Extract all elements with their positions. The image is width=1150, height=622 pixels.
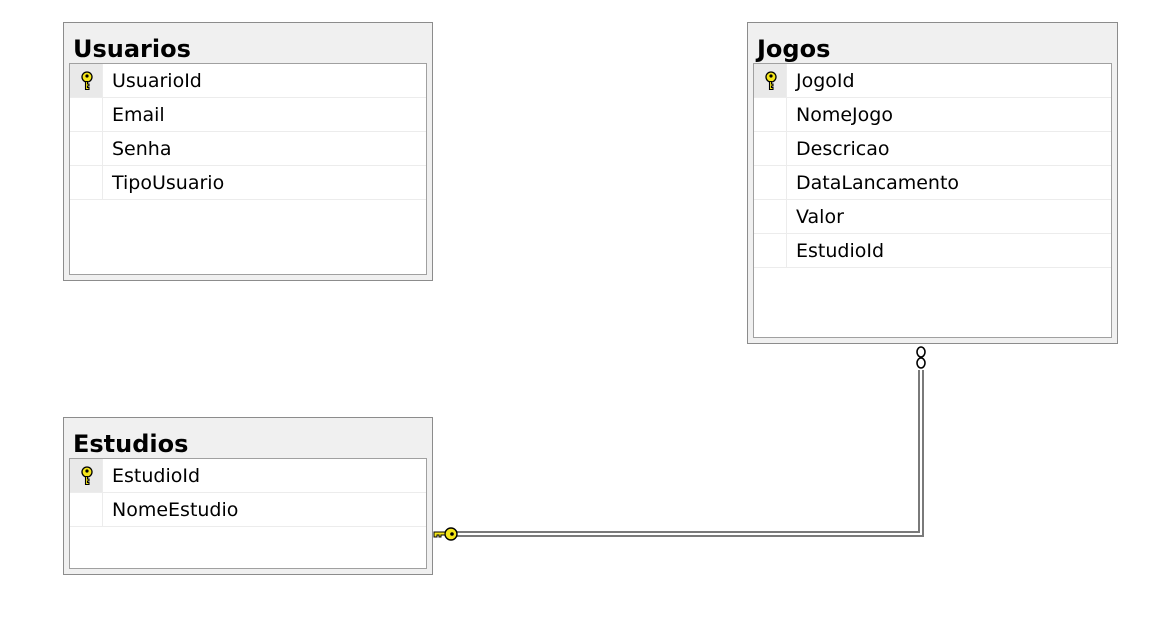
- infinity-icon: [916, 346, 926, 369]
- relationship-key-icon: [433, 527, 458, 541]
- relationship-estudios-jogos[interactable]: [0, 0, 1150, 622]
